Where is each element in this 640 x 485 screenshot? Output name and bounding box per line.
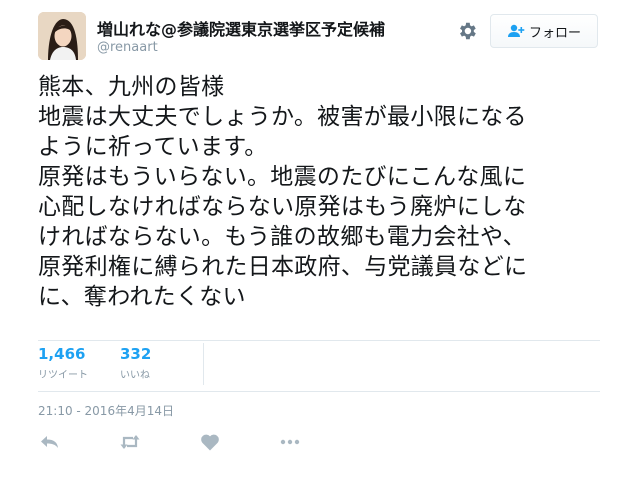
divider (38, 340, 600, 341)
like-stat[interactable]: 332 いいね (120, 344, 151, 381)
follow-label: フォロー (528, 25, 581, 41)
heart-icon[interactable] (198, 430, 222, 454)
tweet-line: 心配しなければならない原発はもう廃炉にしな (38, 194, 527, 220)
user-handle[interactable]: @renaart (97, 40, 158, 55)
add-user-icon (507, 24, 525, 37)
gear-icon[interactable] (456, 20, 478, 42)
follow-button[interactable]: フォロー (490, 14, 598, 48)
tweet-line: 原発はもういらない。地震のたびにこんな風に (38, 164, 527, 190)
reply-icon[interactable] (38, 430, 62, 454)
retweet-stat[interactable]: 1,466 リツイート (38, 344, 88, 381)
retweet-label: リツイート (38, 370, 88, 381)
tweet-line: 原発利権に縛られた日本政府、与党議員などに (38, 254, 528, 280)
tweet-line: ければならない。もう誰の故郷も電力会社や、 (38, 224, 526, 250)
tweet-line: に、奪われたくない (38, 284, 246, 310)
tweet-line: 地震は大丈夫でしょうか。被害が最小限になる (38, 104, 527, 130)
retweet-count: 1,466 (38, 345, 86, 363)
divider (38, 391, 600, 392)
tweet-text: 熊本、九州の皆様 地震は大丈夫でしょうか。被害が最小限になる ように祈っています… (38, 72, 598, 312)
like-count: 332 (120, 345, 152, 363)
avatar[interactable] (38, 12, 86, 60)
like-label: いいね (120, 370, 150, 381)
tweet-timestamp[interactable]: 21:10 - 2016年4月14日 (38, 402, 174, 419)
stat-divider (203, 343, 204, 385)
display-name[interactable]: 増山れな@参議院選東京選挙区予定候補 (97, 16, 385, 40)
retweet-icon[interactable] (118, 430, 142, 454)
tweet-line: ように祈っています。 (38, 134, 268, 160)
tweet-line: 熊本、九州の皆様 (38, 74, 225, 100)
avatar-image (38, 12, 86, 60)
more-dots-icon[interactable] (278, 430, 302, 454)
